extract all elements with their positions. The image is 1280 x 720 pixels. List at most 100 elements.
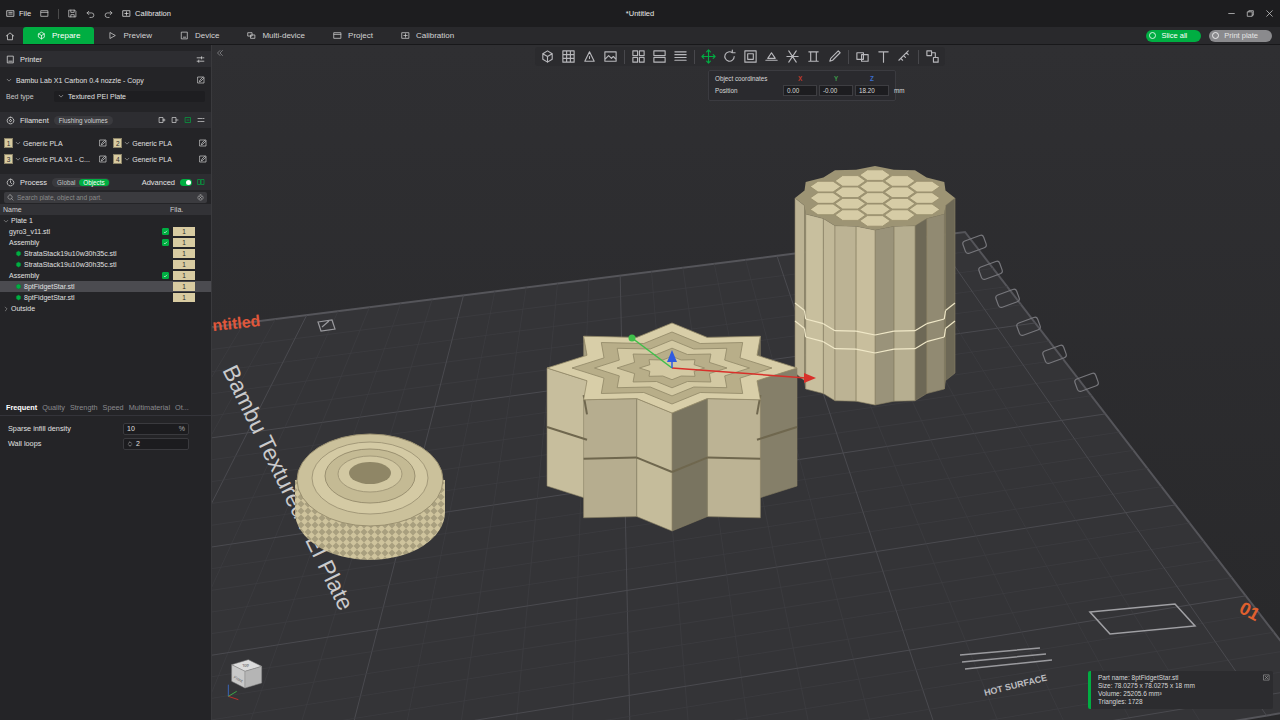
action-button[interactable]: Print plate [1209,30,1272,42]
move-icon[interactable] [701,49,716,64]
edit-icon[interactable] [99,155,107,163]
filament-badge[interactable]: 1 [173,260,195,269]
visible-checkbox[interactable] [162,228,169,235]
filament-badge[interactable]: 1 [173,227,195,236]
sync-icon[interactable] [184,116,192,124]
filament-badge[interactable]: 1 [173,238,195,247]
tab[interactable]: Multi-device [233,27,319,44]
edit-icon[interactable] [99,139,107,147]
tab[interactable]: Calibration [387,27,468,44]
object-row[interactable]: 8ptFidgetStar.stl1 [0,281,211,292]
tab[interactable]: Preview [94,27,165,44]
printer-select[interactable]: Bambu Lab X1 Carbon 0.4 nozzle - Copy [0,72,211,88]
settings-tab[interactable]: Quality [42,403,65,412]
settings-tab[interactable]: Strength [70,403,98,412]
flat-icon[interactable] [764,49,779,64]
fidget-star-model[interactable] [547,323,797,531]
paint-icon[interactable] [827,49,842,64]
filament-settings-icon[interactable] [197,116,205,124]
position-field[interactable]: 18.20 [855,85,889,96]
dropdown-menu-icon[interactable] [40,9,49,18]
boolean-icon[interactable] [855,49,870,64]
remove-filament-icon[interactable] [171,116,179,124]
bed-type-select[interactable]: Textured PEI Plate [54,91,205,102]
filament-slot[interactable]: 3Generic PLA X1 - C... [4,152,107,166]
cube-icon[interactable] [540,49,555,64]
3d-viewport[interactable]: ntitledBambu Textured PEI PlateHOT SURFA… [212,45,1280,720]
expand-arrow-icon[interactable] [3,218,9,224]
expand-arrow-icon[interactable] [3,306,9,312]
object-row[interactable]: StrataStack19u10w30h35c.stl1 [0,259,211,270]
filament-badge[interactable]: 1 [173,249,195,258]
compare-icon[interactable] [197,178,205,186]
build-plate-scene[interactable]: ntitledBambu Textured PEI PlateHOT SURFA… [212,45,1280,720]
search-field[interactable] [17,194,194,201]
filament-slot[interactable]: 4Generic PLA [113,152,207,166]
grid-icon[interactable] [561,49,576,64]
scope-option[interactable]: Global [53,179,79,186]
action-dropdown[interactable] [1149,32,1156,39]
object-row[interactable]: 8ptFidgetStar.stl1 [0,292,211,303]
action-dropdown[interactable] [1212,32,1219,39]
action-button[interactable]: Slice all [1146,30,1201,42]
view-cube[interactable]: TopFront [220,653,270,705]
arrange-icon[interactable] [631,49,646,64]
rotate-icon[interactable] [722,49,737,64]
object-row[interactable]: Plate 1 [0,215,211,226]
strata-stack-model[interactable] [795,166,955,405]
settings-tab[interactable]: Speed [103,403,124,412]
rename-plate-icon[interactable] [318,320,335,331]
move-gizmo[interactable] [629,335,817,384]
tab[interactable]: Device [166,27,233,44]
settings-tab[interactable]: Frequent [6,403,37,412]
edit-icon[interactable] [197,76,205,84]
flushing-volumes-button[interactable]: Flushing volumes [54,116,113,125]
edit-icon[interactable] [199,139,207,147]
home-icon[interactable] [5,31,15,41]
setting-field[interactable]: 2 [123,438,189,450]
filament-badge[interactable]: 1 [173,282,195,291]
undo-icon[interactable] [86,9,95,18]
settings-tab[interactable]: Multimaterial [129,403,170,412]
close-icon[interactable] [1265,9,1274,18]
filament-badge[interactable]: 1 [173,293,195,302]
visible-checkbox[interactable] [162,272,169,279]
printer-settings-icon[interactable] [196,55,205,64]
assembly-icon[interactable] [925,49,940,64]
save-icon[interactable] [68,9,77,18]
object-row[interactable]: Outside [0,303,211,314]
calibration-shortcut[interactable]: Calibration [122,9,171,18]
gyro-knob-model[interactable] [295,434,445,560]
scale-icon[interactable] [743,49,758,64]
object-row[interactable]: Assembly1 [0,237,211,248]
close-icon[interactable] [1263,674,1270,681]
restore-icon[interactable] [1246,9,1255,18]
collapse-sidebar-icon[interactable] [216,49,224,57]
visible-checkbox[interactable] [162,239,169,246]
advanced-switch[interactable] [180,179,192,186]
position-field[interactable]: -0.00 [819,85,853,96]
redo-icon[interactable] [104,9,113,18]
view-cube-icon[interactable]: TopFront [220,653,270,703]
text-icon[interactable] [876,49,891,64]
cut-icon[interactable] [785,49,800,64]
object-row[interactable]: Assembly1 [0,270,211,281]
object-row[interactable]: gyro3_v11.stl1 [0,226,211,237]
image-icon[interactable] [603,49,618,64]
add-filament-icon[interactable] [158,116,166,124]
file-menu[interactable]: File [6,9,31,18]
edit-icon[interactable] [199,155,207,163]
filament-slot[interactable]: 1Generic PLA [4,136,107,150]
plate-name[interactable]: ntitled [212,312,261,334]
measure-icon[interactable] [897,49,912,64]
filament-slot[interactable]: 2Generic PLA [113,136,207,150]
layout-icon[interactable] [652,49,667,64]
settings-tab[interactable]: Ot... [175,403,189,412]
minimize-icon[interactable] [1227,9,1236,18]
filament-badge[interactable]: 1 [173,271,195,280]
tab[interactable]: Prepare [23,27,94,44]
orient-icon[interactable] [582,49,597,64]
tab[interactable]: Project [319,27,387,44]
scope-option[interactable]: Objects [79,179,108,186]
support-icon[interactable] [806,49,821,64]
